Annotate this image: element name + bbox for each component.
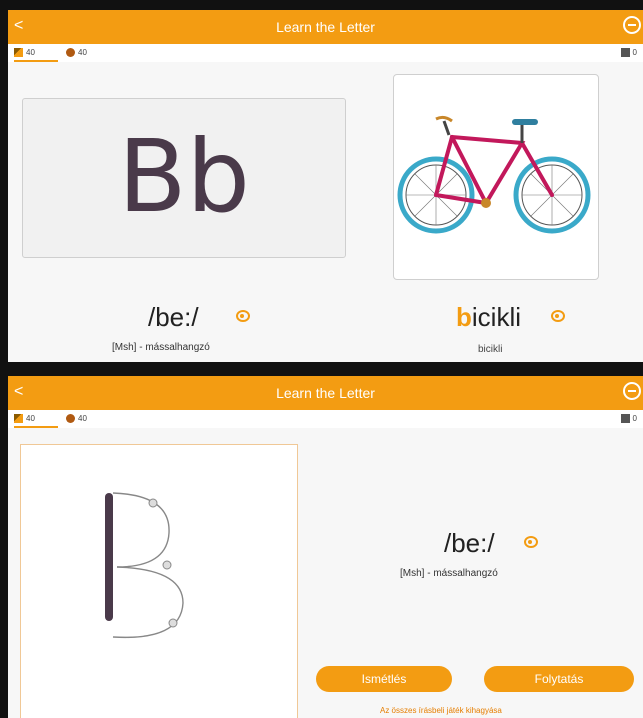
active-tab-underline — [14, 60, 58, 62]
speaker-icon[interactable] — [236, 310, 250, 322]
pencil-count: 0 — [632, 48, 637, 57]
pencil-stat: 0 — [620, 48, 637, 57]
tracing-canvas[interactable] — [20, 444, 298, 718]
speaker-icon[interactable] — [551, 310, 565, 322]
menu-icon[interactable] — [623, 382, 641, 400]
pencil-icon — [620, 48, 630, 57]
coin-icon — [66, 48, 75, 57]
bottom-screen: < Learn the Letter 40 40 0 /be:/ [Msh] - — [8, 376, 643, 718]
word-caption: bicikli — [478, 344, 503, 355]
menu-icon[interactable] — [623, 16, 641, 34]
letter-trace-guide — [105, 492, 184, 639]
scribe-icon — [14, 414, 23, 423]
word-first-letter: b — [456, 302, 472, 332]
scribe-stat: 40 — [14, 48, 35, 57]
pencil-icon — [620, 414, 630, 423]
scribe-icon — [14, 48, 23, 57]
phoneme-text: /be:/ — [444, 528, 495, 558]
page-title: Learn the Letter — [276, 19, 375, 35]
page-title: Learn the Letter — [276, 385, 375, 401]
scribe-stat: 40 — [14, 414, 35, 423]
letter-card[interactable]: Bb — [22, 98, 346, 258]
bicycle-image — [397, 115, 591, 234]
pencil-count: 0 — [632, 414, 637, 423]
active-tab-underline — [14, 426, 58, 428]
word-rest: icikli — [471, 302, 521, 332]
letter-description: [Msh] - mássalhangzó — [112, 342, 210, 353]
skip-writing-link[interactable]: Az összes írásbeli játék kihagyása — [380, 706, 502, 715]
coin-stat: 40 — [66, 48, 87, 57]
pencil-stat: 0 — [620, 414, 637, 423]
repeat-button[interactable]: Ismétlés — [316, 666, 452, 692]
letter-description: [Msh] - mássalhangzó — [400, 568, 498, 579]
letter-display: Bb — [117, 118, 251, 235]
coin-icon — [66, 414, 75, 423]
stats-bar: 40 40 0 — [8, 410, 643, 428]
scribe-count: 40 — [26, 414, 35, 423]
coin-stat: 40 — [66, 414, 87, 423]
scribe-count: 40 — [26, 48, 35, 57]
speaker-icon[interactable] — [524, 536, 538, 548]
stats-bar: 40 40 0 — [8, 44, 643, 62]
app-header: < Learn the Letter — [8, 10, 643, 44]
example-word: bicikli — [456, 302, 521, 333]
top-screen: < Learn the Letter 40 40 0 Bb /be:/ [Msh… — [8, 10, 643, 362]
app-header: < Learn the Letter — [8, 376, 643, 410]
picture-card[interactable] — [393, 74, 599, 280]
coin-count: 40 — [78, 48, 87, 57]
phoneme-text: /be:/ — [148, 302, 199, 332]
coin-count: 40 — [78, 414, 87, 423]
continue-button[interactable]: Folytatás — [484, 666, 634, 692]
